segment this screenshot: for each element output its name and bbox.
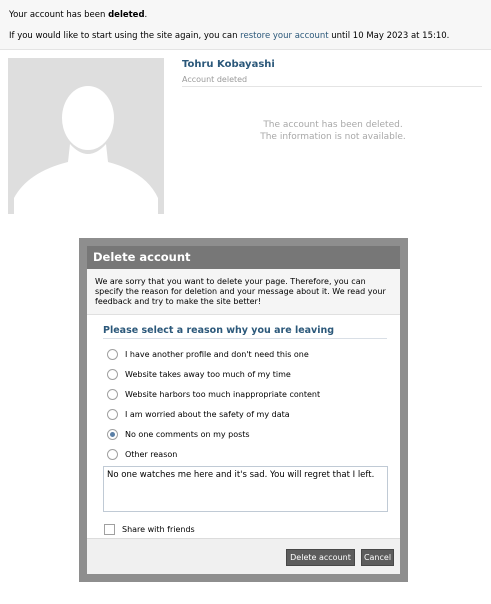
share-with-friends-option[interactable]: Share with friends [104,524,400,535]
radio-button[interactable] [107,408,118,420]
radio-button[interactable] [107,368,118,380]
deleted-info-line-1: The account has been deleted. [263,120,403,130]
deleted-info-message: The account has been deleted. The inform… [238,119,428,143]
reason-option-other[interactable]: Other reason [107,444,400,464]
share-checkbox[interactable] [104,524,115,535]
reason-message-textarea[interactable]: No one watches me here and it's sad. You… [103,466,388,512]
reason-heading: Please select a reason why you are leavi… [103,325,387,339]
dialog-footer: Delete account Cancel [87,538,400,574]
reason-option-too-much-time[interactable]: Website takes away too much of my time [107,364,400,384]
profile-status: Account deleted [182,75,248,84]
dialog-overlay: Delete account We are sorry that you wan… [79,238,408,582]
deleted-word: deleted [108,10,145,20]
radio-button-selected[interactable] [107,428,118,440]
reason-option-data-safety[interactable]: I am worried about the safety of my data [107,404,400,424]
delete-account-button[interactable]: Delete account [286,549,355,566]
dialog-title: Delete account [87,246,400,269]
avatar [8,58,164,214]
cancel-button[interactable]: Cancel [361,549,394,566]
default-user-silhouette-icon [8,58,164,214]
delete-account-dialog: Delete account We are sorry that you wan… [87,246,400,574]
profile-name[interactable]: Tohru Kobayashi [182,59,275,70]
reason-option-inappropriate-content[interactable]: Website harbors too much inappropriate c… [107,384,400,404]
deleted-notice: Your account has been deleted. If you wo… [0,0,491,50]
radio-button[interactable] [107,388,118,400]
notice-line-2: If you would like to start using the sit… [9,31,450,41]
deleted-info-line-2: The information is not available. [260,132,406,142]
notice-line-1: Your account has been deleted. [9,10,148,20]
profile-divider [182,86,482,87]
restore-account-link[interactable]: restore your account [240,31,328,41]
radio-button[interactable] [107,448,118,460]
reason-option-no-comments[interactable]: No one comments on my posts [107,424,400,444]
reason-list: I have another profile and don't need th… [107,344,400,464]
share-label: Share with friends [122,525,195,534]
reason-option-other-profile[interactable]: I have another profile and don't need th… [107,344,400,364]
dialog-intro-text: We are sorry that you want to delete you… [87,269,400,315]
radio-button[interactable] [107,348,118,360]
